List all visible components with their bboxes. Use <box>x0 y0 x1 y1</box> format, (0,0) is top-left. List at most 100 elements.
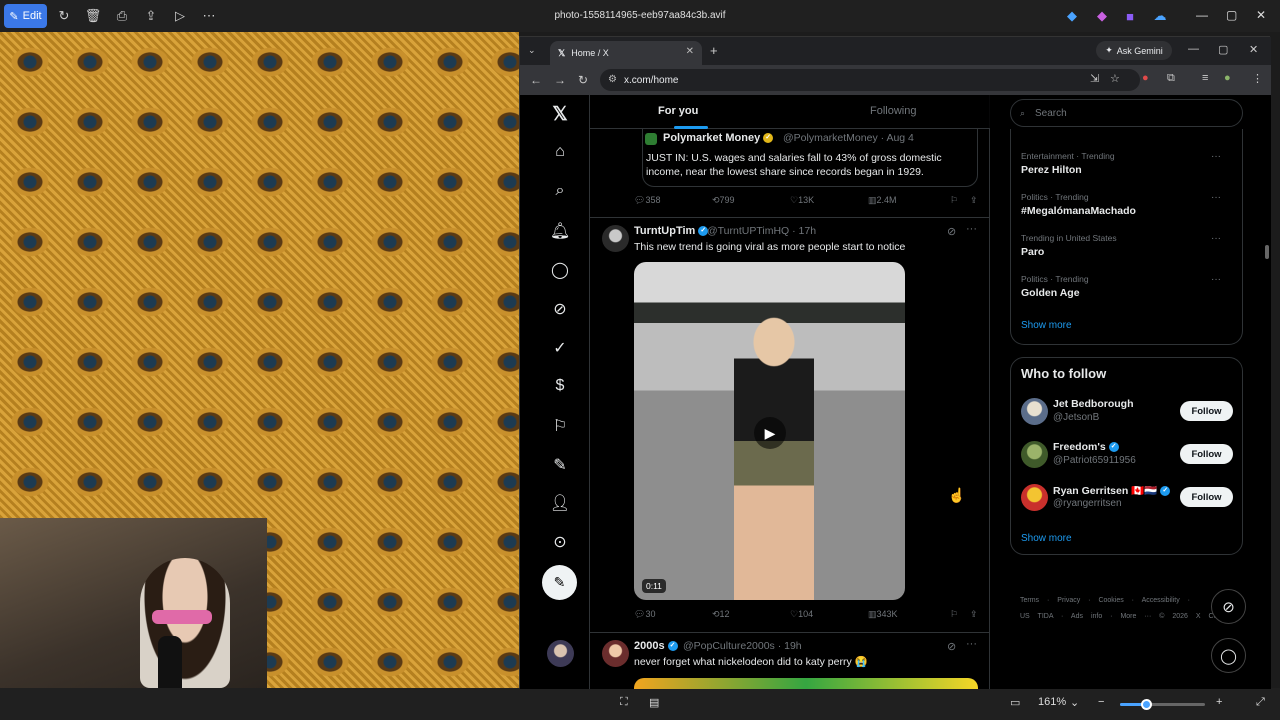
play-icon[interactable]: ▶ <box>754 417 786 449</box>
install-icon[interactable]: ⇲ <box>1090 72 1099 85</box>
aspect-icon[interactable]: ▭ <box>1010 696 1020 709</box>
suggestion-avatar[interactable] <box>1021 484 1048 511</box>
tab-following[interactable]: Following <box>870 105 916 117</box>
follow-button[interactable]: Follow <box>1180 487 1233 507</box>
views-button[interactable]: ▥ 2.4M <box>868 195 897 206</box>
browser-close-icon[interactable]: ✕ <box>1249 43 1258 56</box>
profile-avatar-icon[interactable]: ● <box>1224 72 1231 84</box>
browser-minimize-icon[interactable]: — <box>1188 43 1199 55</box>
grok-fab-icon[interactable]: ⊘ <box>1211 589 1246 624</box>
account-avatar[interactable] <box>547 640 574 667</box>
media-icon[interactable]: ≡ <box>1202 72 1208 84</box>
post-more-icon[interactable]: ··· <box>966 638 977 650</box>
trend-more-icon[interactable]: ··· <box>1211 274 1221 285</box>
views-button[interactable]: ▥ 343K <box>868 609 898 620</box>
close-icon[interactable]: ✕ <box>1256 8 1266 22</box>
new-tab-icon[interactable]: + <box>710 43 718 58</box>
video-player[interactable]: ▶ 0:11 <box>634 262 905 600</box>
tab-for-you[interactable]: For you <box>658 105 698 117</box>
share-button[interactable]: ⇪ <box>970 195 978 206</box>
messages-fab-icon[interactable]: ◯ <box>1211 638 1246 673</box>
post-more-icon[interactable]: ··· <box>966 223 977 235</box>
bookmark-button[interactable]: ⚐ <box>950 195 958 206</box>
footer-line[interactable]: Terms · Privacy · Cookies · Accessibilit… <box>1020 593 1240 609</box>
zoom-dropdown-icon[interactable]: ⌄ <box>1070 696 1079 709</box>
tab-home[interactable]: 𝕏 Home / X ✕ <box>550 41 702 65</box>
grok-post-icon[interactable]: ⊘ <box>947 225 956 238</box>
zoom-slider[interactable] <box>1120 699 1205 710</box>
trends-show-more[interactable]: Show more <box>1021 320 1072 331</box>
fullscreen-icon[interactable]: ⤢ <box>1256 696 1265 709</box>
lists-icon[interactable]: ✎ <box>548 455 572 475</box>
like-button[interactable]: ♡ 13K <box>790 195 814 206</box>
reply-button[interactable]: 💬︎ 30 <box>634 609 655 620</box>
zoom-out-icon[interactable]: − <box>1098 696 1104 708</box>
forward-icon[interactable]: → <box>554 73 566 87</box>
x-logo-icon[interactable]: 𝕏 <box>548 103 572 126</box>
app-icon-3[interactable]: ■ <box>1122 8 1138 24</box>
share-button[interactable]: ⇪ <box>970 609 978 620</box>
post-media-preview[interactable] <box>634 678 978 689</box>
repost-button[interactable]: ⟲ 12 <box>712 609 730 620</box>
app-icon-1[interactable]: ◆ <box>1064 8 1080 24</box>
minimize-icon[interactable]: — <box>1196 8 1208 22</box>
follow-show-more[interactable]: Show more <box>1021 533 1072 544</box>
grok-post-icon[interactable]: ⊘ <box>947 640 956 653</box>
reload-icon[interactable]: ↻ <box>578 73 588 87</box>
zoom-in-icon[interactable]: + <box>1216 696 1222 708</box>
suggestion-name[interactable]: Jet Bedborough <box>1053 398 1134 410</box>
bell-icon[interactable]: 🔔︎ <box>548 221 572 241</box>
browser-maximize-icon[interactable]: ▢ <box>1218 43 1228 56</box>
search-input[interactable]: ⌕ Search <box>1010 99 1243 127</box>
extensions-icon[interactable]: ⧉ <box>1167 72 1175 85</box>
follow-button[interactable]: Follow <box>1180 401 1233 421</box>
grok-icon[interactable]: ⊘ <box>548 299 572 319</box>
bookmark-button[interactable]: ⚐ <box>950 609 958 620</box>
reply-button[interactable]: 💬︎ 358 <box>634 195 660 206</box>
footer-links[interactable]: Terms · Privacy · Cookies · Accessibilit… <box>1020 593 1240 625</box>
author-avatar[interactable] <box>602 640 629 667</box>
bookmark-icon[interactable]: ⚐ <box>548 416 572 436</box>
menu-icon[interactable]: ⋮ <box>1252 72 1263 85</box>
filmstrip-icon[interactable]: ▤ <box>649 696 659 709</box>
follow-button[interactable]: Follow <box>1180 444 1233 464</box>
verified-orgs-icon[interactable]: ✓ <box>548 338 572 358</box>
tab-search-icon[interactable]: ⌄ <box>528 45 536 56</box>
trend-more-icon[interactable]: ··· <box>1211 192 1221 203</box>
suggestion-name[interactable]: Freedom's ✓ <box>1053 441 1119 453</box>
app-icon-2[interactable]: ◆ <box>1094 8 1110 24</box>
trend-name[interactable]: Paro <box>1021 246 1044 258</box>
footer-line[interactable]: US TIDA · Ads info · More ··· © 2026 X C… <box>1020 609 1240 625</box>
page-scrollbar[interactable] <box>1265 245 1269 259</box>
suggestion-name[interactable]: Ryan Gerritsen 🇨🇦🇳🇱 ✓ <box>1053 484 1171 497</box>
author-name[interactable]: 2000s ✓ <box>634 640 678 652</box>
quote-author-name[interactable]: Polymarket Money ✓ <box>663 132 774 144</box>
tab-close-icon[interactable]: ✕ <box>686 46 694 57</box>
trend-more-icon[interactable]: ··· <box>1211 151 1221 162</box>
site-info-icon[interactable]: ⚙ <box>608 74 617 85</box>
suggestion-avatar[interactable] <box>1021 441 1048 468</box>
like-button[interactable]: ♡ 104 <box>790 609 813 620</box>
ask-gemini-button[interactable]: ✦ Ask Gemini <box>1096 41 1172 60</box>
author-avatar[interactable] <box>602 225 629 252</box>
profile-icon[interactable]: 👤︎ <box>548 493 572 513</box>
zoom-level[interactable]: 161% <box>1038 696 1066 708</box>
more-circle-icon[interactable]: ⊙ <box>548 532 572 552</box>
home-icon[interactable]: ⌂ <box>548 143 572 161</box>
zoom-knob[interactable] <box>1140 699 1152 710</box>
fit-icon[interactable]: ⛶ <box>620 696 628 709</box>
cloud-icon[interactable]: ☁ <box>1152 8 1168 24</box>
trend-name[interactable]: #MegalómanaMachado <box>1021 205 1136 217</box>
repost-button[interactable]: ⟲ 799 <box>712 195 735 206</box>
bookmark-star-icon[interactable]: ☆ <box>1110 72 1120 85</box>
quoted-post[interactable]: Polymarket Money ✓ @PolymarketMoney · Aug… <box>642 129 978 187</box>
maximize-icon[interactable]: ▢ <box>1226 8 1237 22</box>
suggestion-avatar[interactable] <box>1021 398 1048 425</box>
author-name[interactable]: TurntUpTim ✓ <box>634 225 709 237</box>
address-bar[interactable]: ⚙ x.com/home <box>600 69 1140 91</box>
search-icon[interactable]: ⌕ <box>548 182 572 200</box>
compose-icon[interactable]: ✎ <box>542 565 577 600</box>
trend-name[interactable]: Golden Age <box>1021 287 1080 299</box>
money-icon[interactable]: $ <box>548 377 572 395</box>
message-icon[interactable]: ◯ <box>548 260 572 280</box>
